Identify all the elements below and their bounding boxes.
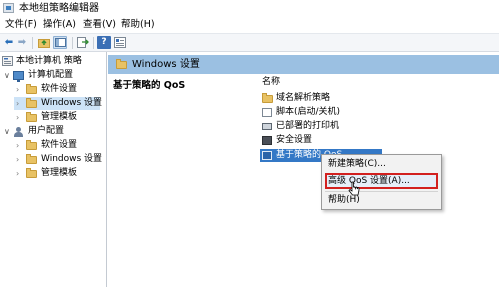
menu-bar: 文件(F) 操作(A) 查看(V) 帮助(H)	[0, 17, 499, 33]
tree-root-label: 本地计算机 策略	[16, 56, 82, 66]
chevron-right-icon[interactable]: ›	[16, 139, 19, 152]
chevron-right-icon[interactable]: ›	[16, 167, 19, 180]
properties-icon[interactable]	[113, 36, 127, 49]
user-icon	[13, 127, 24, 137]
tree-item-label: 软件设置	[41, 84, 78, 94]
folder-icon	[26, 98, 37, 108]
context-menu: 新建策略(C)... 高级 QoS 设置(A)... 帮助(H)	[321, 154, 442, 210]
toolbar: ⬅ ➡ ?	[0, 33, 499, 52]
chevron-down-icon[interactable]: ∨	[4, 125, 10, 138]
list-item[interactable]: 脚本(启动/关机)	[260, 106, 370, 119]
tree-item-software-settings[interactable]: › 软件设置	[14, 83, 106, 96]
list-item[interactable]: 域名解析策略	[260, 92, 370, 105]
tree-item-label: Windows 设置	[41, 154, 103, 164]
toolbar-separator	[93, 37, 94, 49]
list-item[interactable]: 安全设置	[260, 134, 370, 147]
list-item-label: 域名解析策略	[276, 93, 331, 103]
list-item-label: 安全设置	[276, 135, 313, 145]
tree-item-windows-settings[interactable]: › Windows 设置	[14, 97, 103, 110]
menu-separator	[325, 191, 438, 192]
menu-help[interactable]: 帮助(H)	[121, 18, 155, 31]
folder-icon	[26, 112, 37, 122]
menu-file[interactable]: 文件(F)	[5, 18, 37, 31]
qos-icon	[262, 151, 272, 160]
tree-root[interactable]: 本地计算机 策略	[2, 55, 106, 68]
tree-computer-config-label: 计算机配置	[28, 70, 74, 80]
tree-item-label: 管理模板	[41, 168, 78, 178]
tree-user-config-label: 用户配置	[28, 126, 65, 136]
path-band: Windows 设置	[108, 55, 499, 74]
tree-computer-config[interactable]: ∨ 计算机配置	[2, 69, 106, 82]
tree-item-user-admin-templates[interactable]: › 管理模板	[14, 167, 106, 180]
folder-icon	[116, 59, 127, 69]
mouse-cursor-icon	[348, 181, 360, 197]
chevron-right-icon[interactable]: ›	[16, 111, 19, 124]
menu-item-new-policy[interactable]: 新建策略(C)...	[328, 158, 386, 171]
script-icon	[262, 108, 272, 117]
toolbar-separator	[32, 37, 33, 49]
security-icon	[262, 136, 272, 145]
menu-view[interactable]: 查看(V)	[83, 18, 116, 31]
tree-pane: 本地计算机 策略 ∨ 计算机配置 › 软件设置 › Windows 设置 › 管…	[0, 52, 107, 287]
folder-icon	[26, 168, 37, 178]
tree-item-admin-templates[interactable]: › 管理模板	[14, 111, 106, 124]
up-folder-icon[interactable]	[37, 36, 51, 49]
show-tree-icon[interactable]	[53, 36, 67, 49]
tree-item-label: 软件设置	[41, 140, 78, 150]
printer-icon	[262, 123, 272, 130]
menu-action[interactable]: 操作(A)	[43, 18, 76, 31]
detail-heading: 基于策略的 QoS	[113, 80, 186, 91]
path-band-label: Windows 设置	[132, 59, 200, 70]
folder-icon	[262, 93, 273, 103]
forward-arrow-icon[interactable]: ➡	[15, 36, 29, 49]
folder-icon	[26, 154, 37, 164]
list-item-label: 脚本(启动/关机)	[276, 107, 341, 117]
back-arrow-icon[interactable]: ⬅	[2, 36, 16, 49]
column-header-name[interactable]: 名称	[262, 76, 280, 89]
title-bar: 本地组策略编辑器	[0, 0, 499, 17]
export-icon[interactable]	[76, 36, 90, 49]
chevron-right-icon[interactable]: ›	[16, 83, 19, 96]
policy-icon	[2, 56, 13, 66]
tree-user-config[interactable]: ∨ 用户配置	[2, 125, 106, 138]
folder-icon	[26, 140, 37, 150]
chevron-down-icon[interactable]: ∨	[4, 69, 10, 82]
list-item[interactable]: 已部署的打印机	[260, 120, 370, 133]
tree-item-label: Windows 设置	[41, 98, 103, 108]
app-icon	[3, 3, 14, 13]
tree-item-label: 管理模板	[41, 112, 78, 122]
folder-icon	[26, 84, 37, 94]
chevron-right-icon[interactable]: ›	[16, 97, 19, 110]
toolbar-separator	[72, 37, 73, 49]
window-title: 本地组策略编辑器	[19, 3, 99, 14]
list-item-label: 已部署的打印机	[276, 121, 340, 131]
chevron-right-icon[interactable]: ›	[16, 153, 19, 166]
tree-item-user-windows-settings[interactable]: › Windows 设置	[14, 153, 106, 166]
computer-icon	[13, 71, 24, 82]
tree-item-user-software-settings[interactable]: › 软件设置	[14, 139, 106, 152]
menu-item-advanced-qos[interactable]: 高级 QoS 设置(A)...	[328, 175, 410, 188]
help-icon[interactable]: ?	[97, 36, 111, 49]
